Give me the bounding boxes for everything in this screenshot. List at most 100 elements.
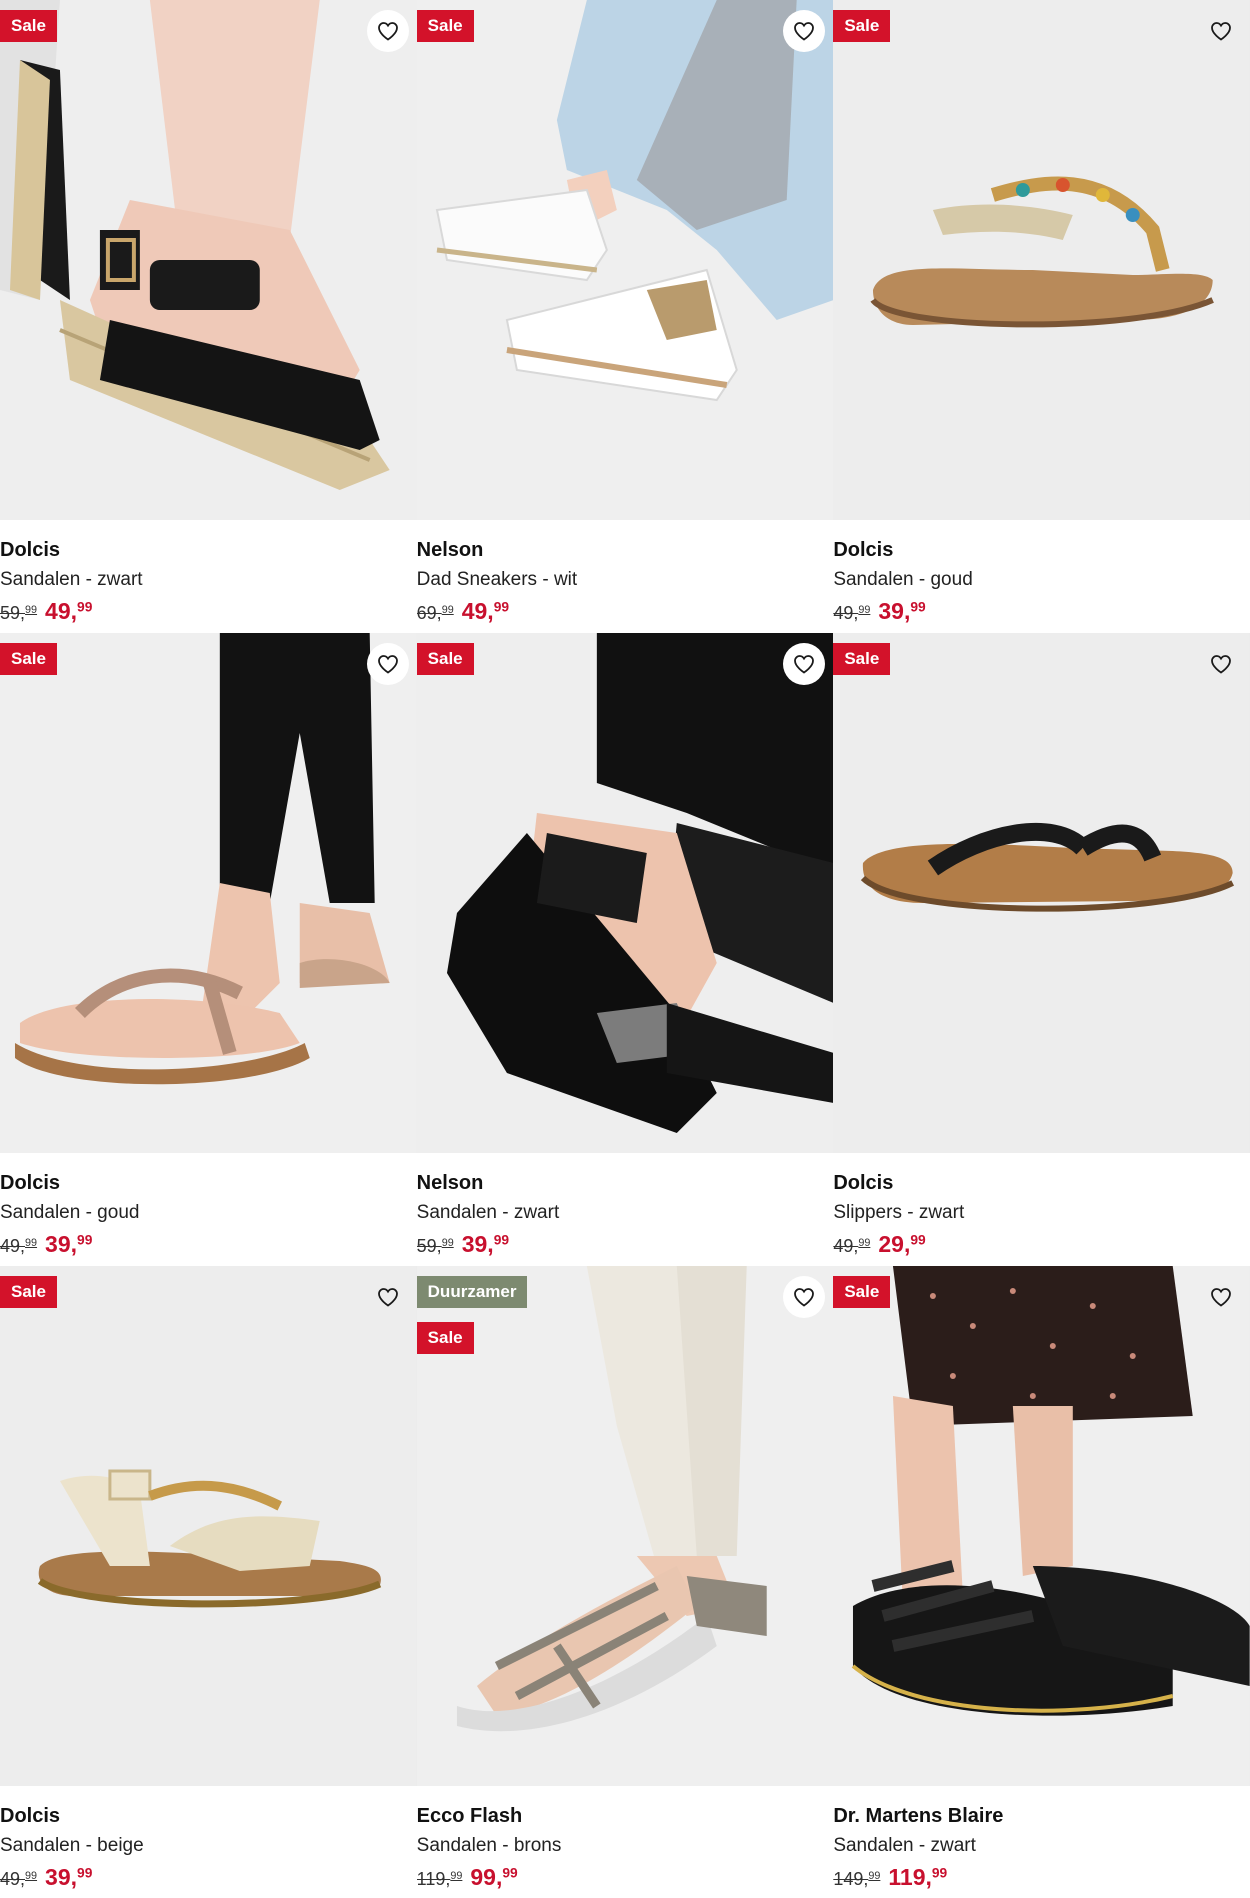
product-card[interactable]: Sale Dolcis Sandalen - beige 49,99 39,99 (0, 1266, 417, 1898)
product-info: Dr. Martens Blaire Sandalen - zwart 149,… (833, 1804, 1250, 1891)
product-name[interactable]: Sandalen - brons (417, 1834, 834, 1858)
favorite-button[interactable] (1200, 10, 1242, 52)
old-price: 49,99 (0, 1869, 38, 1889)
product-image[interactable] (833, 1266, 1250, 1786)
product-image[interactable] (0, 633, 417, 1153)
old-price: 49,99 (833, 1236, 871, 1256)
favorite-button[interactable] (1200, 643, 1242, 685)
sale-badge: Sale (416, 1322, 474, 1354)
price-block: 149,99 119,99 (833, 1864, 1250, 1891)
heart-outline-icon (1211, 1288, 1231, 1307)
sale-badge: Sale (0, 10, 57, 42)
product-info: Dolcis Sandalen - goud 49,99 39,99 (833, 538, 1250, 625)
sale-price: 99,99 (470, 1864, 518, 1890)
sale-price: 39,99 (878, 598, 926, 624)
badge-group: Sale (416, 643, 474, 675)
price-block: 49,99 39,99 (0, 1231, 417, 1258)
product-brand[interactable]: Nelson (417, 538, 834, 562)
badge-group: Sale (833, 643, 891, 675)
product-info: Dolcis Sandalen - zwart 59,99 49,99 (0, 538, 417, 625)
favorite-button[interactable] (783, 1276, 826, 1318)
sale-badge: Sale (0, 643, 57, 675)
sale-price: 39,99 (45, 1864, 93, 1890)
sale-badge: Sale (833, 1276, 891, 1308)
product-brand[interactable]: Dolcis (0, 1804, 417, 1828)
sale-badge: Sale (416, 643, 474, 675)
price-block: 59,99 49,99 (0, 598, 417, 625)
product-card[interactable]: Sale Dolcis Slippers - zwart 49,99 29,99 (833, 633, 1250, 1266)
product-card[interactable]: Duurzamer Sale Ecco Flash Sandalen - bro… (416, 1266, 834, 1898)
product-image[interactable] (0, 1266, 417, 1786)
product-name[interactable]: Sandalen - goud (833, 568, 1250, 592)
sale-price: 39,99 (461, 1231, 510, 1257)
heart-outline-icon (1211, 22, 1231, 41)
product-name[interactable]: Sandalen - zwart (833, 1834, 1250, 1858)
heart-outline-icon (377, 1288, 398, 1307)
product-image[interactable] (833, 633, 1250, 1153)
favorite-button[interactable] (367, 1276, 409, 1318)
badge-group: Sale (416, 10, 474, 42)
badge-group: Sale (0, 643, 57, 675)
product-info: Nelson Dad Sneakers - wit 69,99 49,99 (417, 538, 834, 625)
favorite-button[interactable] (366, 643, 409, 685)
product-name[interactable]: Sandalen - beige (0, 1834, 417, 1858)
badge-group: Sale (0, 1276, 57, 1308)
badge-group: Duurzamer Sale (416, 1276, 528, 1354)
sustainable-badge: Duurzamer (416, 1276, 528, 1308)
product-card[interactable]: Sale Nelson Sandalen - zwart 59,99 39,99 (416, 633, 834, 1266)
sale-badge: Sale (0, 1276, 57, 1308)
heart-outline-icon (377, 655, 398, 674)
product-card[interactable]: Sale Dolcis Sandalen - zwart 59,99 49,99 (0, 0, 417, 633)
heart-outline-icon (794, 22, 815, 41)
favorite-button[interactable] (783, 10, 826, 52)
sale-price: 119,99 (888, 1864, 948, 1890)
price-block: 59,99 39,99 (417, 1231, 834, 1258)
sale-price: 29,99 (878, 1231, 926, 1257)
price-block: 119,99 99,99 (417, 1864, 834, 1891)
product-card[interactable]: Sale Dolcis Sandalen - goud 49,99 39,99 (833, 0, 1250, 633)
product-name[interactable]: Sandalen - goud (0, 1201, 417, 1225)
heart-outline-icon (1211, 655, 1231, 674)
old-price: 59,99 (0, 603, 38, 623)
heart-outline-icon (377, 22, 398, 41)
price-block: 69,99 49,99 (417, 598, 834, 625)
product-info: Dolcis Slippers - zwart 49,99 29,99 (833, 1171, 1250, 1258)
old-price: 59,99 (416, 1236, 454, 1256)
price-block: 49,99 29,99 (833, 1231, 1250, 1258)
product-brand[interactable]: Dolcis (0, 1171, 417, 1195)
product-name[interactable]: Slippers - zwart (833, 1201, 1250, 1225)
product-image[interactable] (0, 0, 417, 520)
product-image[interactable] (416, 633, 834, 1153)
product-brand[interactable]: Ecco Flash (417, 1804, 834, 1828)
sale-price: 49,99 (45, 598, 93, 624)
sale-price: 39,99 (45, 1231, 93, 1257)
old-price: 119,99 (416, 1869, 463, 1889)
product-brand[interactable]: Nelson (417, 1171, 834, 1195)
product-name[interactable]: Sandalen - zwart (0, 568, 417, 592)
favorite-button[interactable] (783, 643, 826, 685)
product-card[interactable]: Sale Nelson Dad Sneakers - wit 69,99 49,… (416, 0, 834, 633)
old-price: 49,99 (833, 603, 871, 623)
product-card[interactable]: Sale Dolcis Sandalen - goud 49,99 39,99 (0, 633, 417, 1266)
product-info: Dolcis Sandalen - beige 49,99 39,99 (0, 1804, 417, 1891)
favorite-button[interactable] (366, 10, 409, 52)
product-brand[interactable]: Dr. Martens Blaire (833, 1804, 1250, 1828)
price-block: 49,99 39,99 (0, 1864, 417, 1891)
old-price: 69,99 (416, 603, 454, 623)
product-info: Dolcis Sandalen - goud 49,99 39,99 (0, 1171, 417, 1258)
product-brand[interactable]: Dolcis (0, 538, 417, 562)
price-block: 49,99 39,99 (833, 598, 1250, 625)
old-price: 49,99 (0, 1236, 38, 1256)
favorite-button[interactable] (1200, 1276, 1242, 1318)
product-name[interactable]: Sandalen - zwart (417, 1201, 834, 1225)
product-image[interactable] (833, 0, 1250, 520)
heart-outline-icon (794, 1288, 815, 1307)
badge-group: Sale (833, 10, 891, 42)
sale-price: 49,99 (461, 598, 510, 624)
product-name[interactable]: Dad Sneakers - wit (417, 568, 834, 592)
product-brand[interactable]: Dolcis (833, 1171, 1250, 1195)
product-brand[interactable]: Dolcis (833, 538, 1250, 562)
product-image[interactable] (416, 0, 834, 520)
sale-badge: Sale (416, 10, 474, 42)
product-card[interactable]: Sale Dr. Martens Blaire Sandalen - zwart… (833, 1266, 1250, 1898)
